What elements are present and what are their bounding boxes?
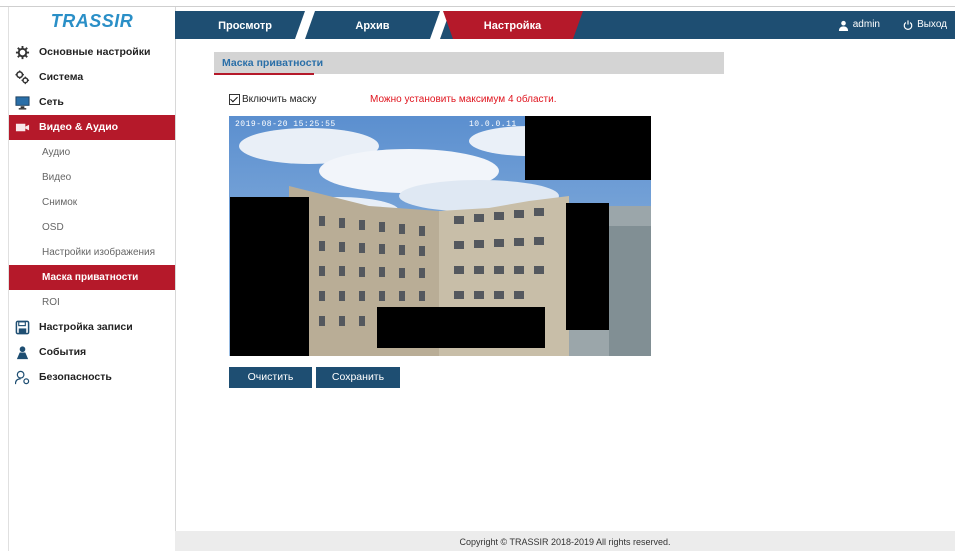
title-underline	[214, 73, 314, 75]
sidebar-item-video-audio[interactable]: Видео & Аудио	[9, 115, 175, 140]
checkbox-checked-icon[interactable]	[229, 94, 240, 105]
privacy-mask-area-2[interactable]	[230, 197, 309, 356]
save-button[interactable]: Сохранить	[316, 367, 400, 388]
logout-button[interactable]: Выход	[903, 11, 947, 39]
gears-icon	[15, 70, 30, 85]
top-navigation-bar: Просмотр Архив Настройка admin Выход	[175, 11, 955, 39]
tab-settings[interactable]: Настройка	[455, 11, 570, 39]
tab-view[interactable]: Просмотр	[195, 11, 295, 39]
sidebar-item-label: Сеть	[39, 96, 64, 108]
sidebar-subitem-audio[interactable]: Аудио	[9, 140, 175, 165]
user-lock-icon	[15, 370, 30, 385]
network-monitor-icon	[15, 96, 30, 110]
sidebar-item-label: События	[39, 346, 87, 358]
sidebar-item-security[interactable]: Безопасность	[9, 365, 175, 390]
privacy-mask-area-4[interactable]	[377, 307, 545, 348]
sidebar-subitem-image-settings[interactable]: Настройки изображения	[9, 240, 175, 265]
max-areas-warning: Можно установить максимум 4 области.	[370, 94, 557, 105]
sidebar-subitem-privacy-mask[interactable]: Маска приватности	[9, 265, 175, 290]
sidebar-subitem-video[interactable]: Видео	[9, 165, 175, 190]
logout-label: Выход	[917, 19, 947, 30]
sidebar-subitem-roi[interactable]: ROI	[9, 290, 175, 315]
event-person-icon	[16, 346, 29, 360]
sidebar-item-label: Основные настройки	[39, 46, 151, 58]
footer-copyright: Copyright © TRASSIR 2018-2019 All rights…	[175, 531, 955, 551]
current-user[interactable]: admin	[838, 11, 880, 39]
gear-icon	[15, 45, 30, 60]
privacy-mask-area-1[interactable]	[525, 116, 651, 180]
osd-ip: 10.0.0.11	[469, 120, 517, 129]
page-title: Маска приватности	[222, 57, 324, 69]
enable-mask-label: Включить маску	[242, 94, 317, 105]
osd-datetime: 2019-08-20 15:25:55	[235, 120, 336, 129]
floppy-disk-icon	[15, 320, 30, 335]
privacy-mask-area-3[interactable]	[566, 203, 609, 330]
sidebar-menu: Основные настройки Система Сеть Видео & …	[9, 40, 175, 390]
sidebar-item-label: Безопасность	[39, 371, 112, 383]
sidebar: TRASSIR Основные настройки Система Сеть …	[8, 7, 176, 551]
sidebar-item-network[interactable]: Сеть	[9, 90, 175, 115]
trassir-logo: TRASSIR	[50, 10, 134, 31]
sidebar-item-label: Видео & Аудио	[39, 121, 119, 133]
sidebar-item-record-settings[interactable]: Настройка записи	[9, 315, 175, 340]
sidebar-subitem-snapshot[interactable]: Снимок	[9, 190, 175, 215]
sidebar-item-label: Настройка записи	[39, 321, 133, 333]
sidebar-item-system[interactable]: Система	[9, 65, 175, 90]
sidebar-item-basic-settings[interactable]: Основные настройки	[9, 40, 175, 65]
enable-mask-checkbox[interactable]: Включить маску	[229, 94, 317, 105]
username: admin	[852, 19, 880, 30]
user-icon	[838, 20, 848, 31]
sidebar-subitem-osd[interactable]: OSD	[9, 215, 175, 240]
sidebar-item-label: Система	[39, 71, 84, 83]
sidebar-item-events[interactable]: События	[9, 340, 175, 365]
video-camera-icon	[15, 123, 30, 132]
power-icon	[903, 20, 913, 30]
clear-button[interactable]: Очистить	[229, 367, 312, 388]
tab-archive[interactable]: Архив	[320, 11, 425, 39]
video-preview[interactable]: 2019-08-20 15:25:55 10.0.0.11	[229, 116, 651, 356]
section-header: Маска приватности	[214, 52, 724, 75]
